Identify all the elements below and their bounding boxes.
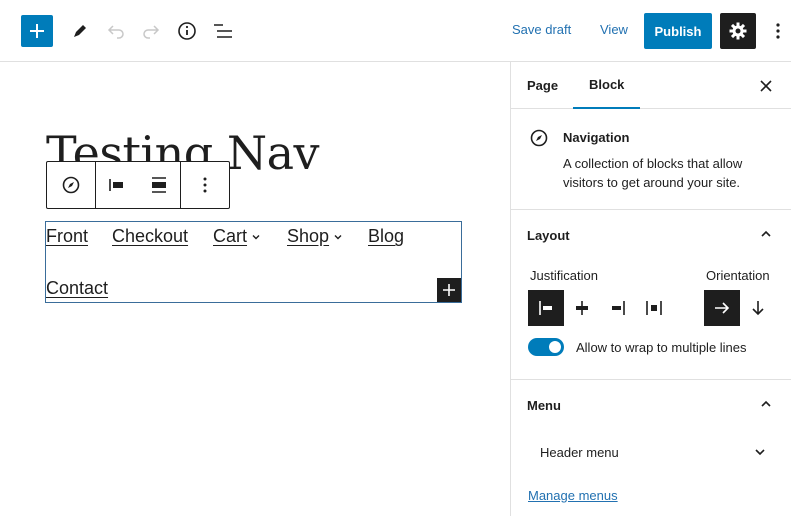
sidebar-tabs: Page Block [511, 62, 791, 109]
block-options-button[interactable] [181, 162, 229, 208]
tab-page[interactable]: Page [527, 62, 558, 109]
arrow-down-icon [752, 301, 764, 316]
gear-icon [729, 22, 747, 40]
block-name: Navigation [563, 130, 630, 145]
justification-label: Justification [530, 268, 598, 283]
nav-item-cart[interactable]: Cart [213, 226, 261, 247]
justify-left-icon [109, 179, 123, 191]
chevron-up-icon [761, 400, 771, 407]
orientation-label: Orientation [706, 268, 770, 283]
menu-select[interactable]: Header menu [528, 436, 774, 468]
block-toolbar [46, 161, 230, 209]
chevron-down-icon [334, 234, 342, 239]
close-sidebar-button[interactable] [756, 76, 776, 96]
justify-left-button[interactable] [528, 290, 564, 326]
nav-item-blog[interactable]: Blog [368, 226, 404, 247]
justify-left-icon [539, 301, 552, 315]
save-draft-button[interactable]: Save draft [512, 22, 571, 37]
chevron-up-icon [761, 230, 771, 237]
compass-icon [62, 176, 80, 194]
editor-canvas[interactable]: Testing Nav Front Checkout Cart Shop Blo… [0, 62, 510, 516]
width-button[interactable] [138, 162, 180, 208]
justification-button[interactable] [96, 162, 138, 208]
orientation-horizontal-button[interactable] [704, 290, 740, 326]
arrow-right-icon [715, 302, 730, 314]
settings-button[interactable] [720, 13, 756, 49]
nav-item-label: Front [46, 226, 89, 246]
undo-button[interactable] [100, 15, 132, 47]
justify-right-button[interactable] [600, 290, 636, 326]
tab-block[interactable]: Block [573, 62, 641, 109]
justify-right-icon [612, 301, 625, 315]
nav-item-label: Blog [368, 226, 405, 246]
justify-center-icon [576, 301, 588, 315]
manage-menus-link[interactable]: Manage menus [528, 488, 618, 503]
options-button[interactable] [766, 15, 790, 47]
nav-item-shop[interactable]: Shop [287, 226, 343, 247]
nav-item-label: Checkout [112, 226, 189, 246]
plus-icon [443, 284, 455, 296]
redo-icon [143, 25, 160, 39]
close-icon [760, 80, 772, 92]
plus-icon [30, 24, 44, 38]
details-button[interactable] [171, 15, 203, 47]
block-type-button[interactable] [47, 162, 95, 208]
settings-sidebar: Page Block Navigation A collection of bl… [510, 62, 791, 516]
orientation-vertical-button[interactable] [740, 290, 776, 326]
list-view-button[interactable] [207, 15, 239, 47]
redo-button[interactable] [135, 15, 167, 47]
justify-space-between-button[interactable] [636, 290, 672, 326]
view-button[interactable]: View [600, 22, 628, 37]
nav-item-label: Shop [287, 226, 330, 246]
navigation-block[interactable]: Front Checkout Cart Shop Blog Contact [45, 221, 462, 303]
menu-panel-title[interactable]: Menu [527, 398, 561, 413]
layout-panel-title[interactable]: Layout [527, 228, 570, 243]
toggle-knob [549, 341, 561, 353]
block-card: Navigation A collection of blocks that a… [511, 110, 791, 210]
nav-item-contact[interactable]: Contact [46, 278, 108, 299]
tools-button[interactable] [64, 15, 96, 47]
chevron-down-icon [252, 234, 260, 239]
layout-panel: Layout Justification Orientation Allow t… [511, 210, 791, 380]
align-wide-icon [152, 177, 166, 193]
more-vertical-icon [203, 177, 207, 193]
list-view-icon [214, 24, 232, 38]
justify-space-between-icon [646, 301, 662, 315]
nav-item-front[interactable]: Front [46, 226, 88, 247]
wrap-toggle-label: Allow to wrap to multiple lines [576, 340, 747, 355]
menu-panel: Menu Header menu Manage menus [511, 380, 791, 516]
add-block-button[interactable] [21, 15, 53, 47]
compass-icon [530, 129, 548, 147]
editor-header: Save draft View Publish [0, 0, 791, 62]
chevron-down-icon [755, 449, 765, 456]
undo-icon [107, 25, 124, 39]
menu-panel-toggle[interactable] [756, 394, 776, 414]
publish-button[interactable]: Publish [644, 13, 712, 49]
block-description: A collection of blocks that allow visito… [563, 156, 743, 190]
justify-center-button[interactable] [564, 290, 600, 326]
pencil-icon [74, 25, 86, 37]
nav-item-label: Cart [213, 226, 248, 246]
add-nav-item-button[interactable] [437, 278, 461, 302]
menu-select-value: Header menu [540, 444, 619, 460]
wrap-toggle[interactable] [528, 338, 564, 356]
nav-item-checkout[interactable]: Checkout [112, 226, 188, 247]
layout-panel-toggle[interactable] [756, 224, 776, 244]
more-vertical-icon [776, 23, 780, 39]
nav-item-label: Contact [46, 278, 109, 298]
info-icon [178, 22, 196, 40]
